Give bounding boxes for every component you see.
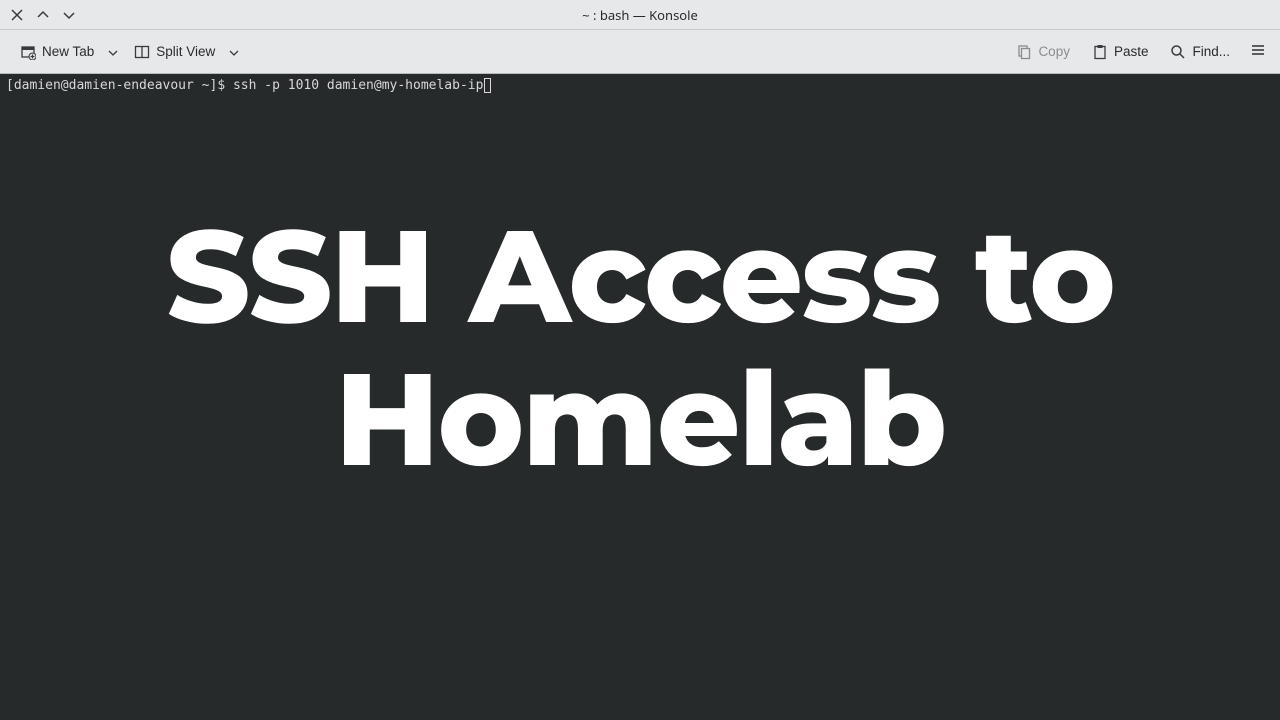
shell-command: ssh -p 1010 damien@my-homelab-ip (233, 78, 483, 93)
toolbar: New Tab Split View Copy (0, 30, 1280, 74)
cursor (484, 78, 491, 93)
copy-label: Copy (1038, 44, 1070, 59)
find-button[interactable]: Find... (1160, 38, 1240, 66)
menu-button[interactable] (1246, 35, 1270, 69)
new-tab-icon (20, 44, 36, 60)
terminal-area[interactable]: [damien@damien-endeavour ~]$ ssh -p 1010… (0, 74, 1280, 720)
shell-prompt: [damien@damien-endeavour ~]$ (6, 78, 233, 93)
chevron-down-icon (108, 48, 118, 58)
minimize-window-button[interactable] (62, 8, 76, 22)
chevron-down-icon (62, 8, 76, 22)
paste-label: Paste (1114, 44, 1149, 59)
window-controls (0, 8, 76, 22)
paste-icon (1092, 44, 1108, 60)
paste-button[interactable]: Paste (1082, 38, 1159, 66)
new-tab-button[interactable]: New Tab (10, 38, 104, 66)
window-title: ~ : bash — Konsole (582, 6, 698, 24)
copy-icon (1016, 44, 1032, 60)
find-label: Find... (1192, 44, 1230, 59)
split-view-dropdown[interactable] (225, 35, 243, 69)
split-view-label: Split View (156, 44, 215, 59)
hamburger-icon (1250, 42, 1266, 58)
split-view-icon (134, 44, 150, 60)
chevron-down-icon (229, 48, 239, 58)
new-tab-label: New Tab (42, 44, 94, 59)
split-view-button[interactable]: Split View (124, 38, 225, 66)
copy-button[interactable]: Copy (1006, 38, 1080, 66)
maximize-window-button[interactable] (36, 8, 50, 22)
new-tab-dropdown[interactable] (104, 35, 122, 69)
terminal-line: [damien@damien-endeavour ~]$ ssh -p 1010… (0, 74, 1280, 93)
overlay-title: SSH Access to Homelab (0, 204, 1280, 490)
search-icon (1170, 44, 1186, 60)
close-icon (10, 8, 24, 22)
chevron-up-icon (36, 8, 50, 22)
titlebar: ~ : bash — Konsole (0, 0, 1280, 30)
close-window-button[interactable] (10, 8, 24, 22)
